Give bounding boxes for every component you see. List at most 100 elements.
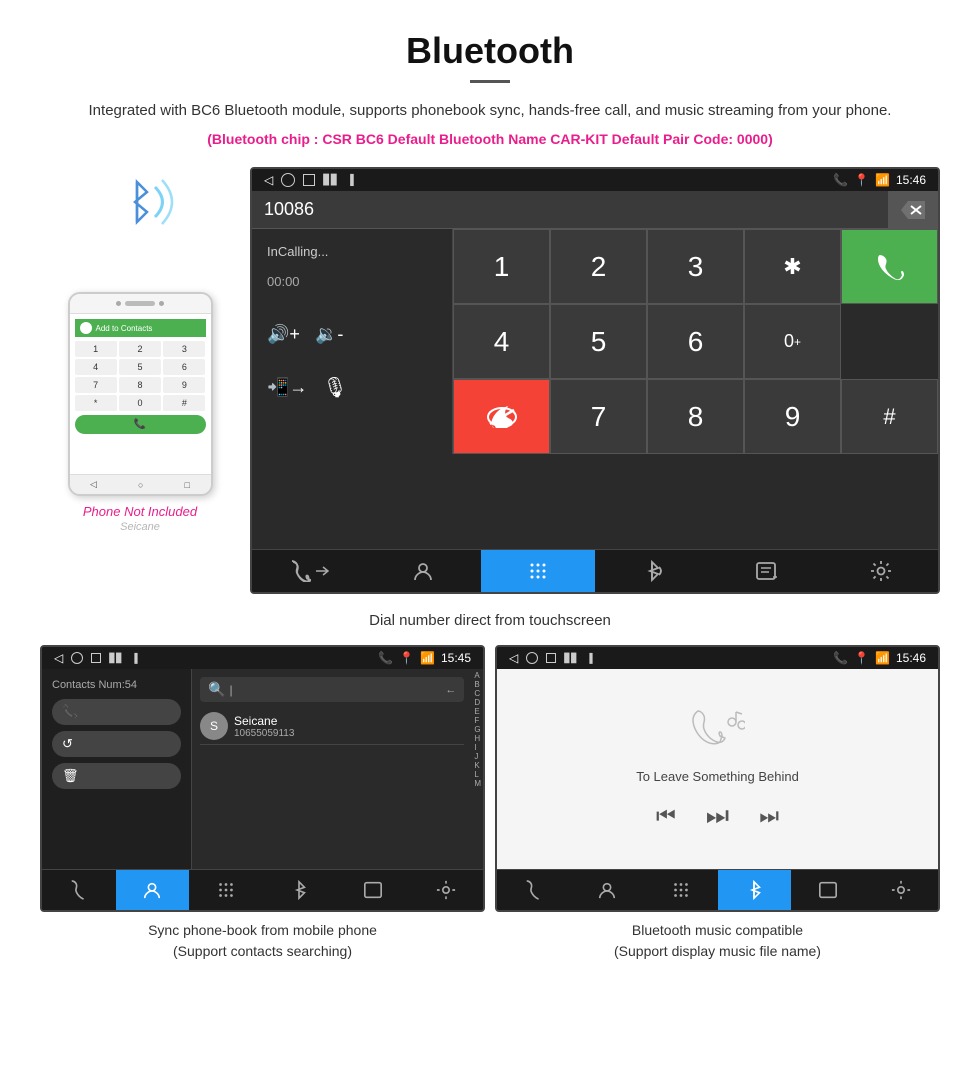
contacts-nav-calllog[interactable] [336, 870, 410, 910]
dial-key-2[interactable]: 2 [550, 229, 647, 304]
contacts-caption-line2: (Support contacts searching) [173, 943, 352, 959]
dial-key-4[interactable]: 4 [453, 304, 550, 379]
phone-call-button: 📞 [75, 415, 206, 434]
back-icon: ◁ [264, 173, 273, 187]
music-content: To Leave Something Behind ⏮ ⏭ ⏭ [497, 669, 938, 869]
transfer-icon: 📲→ [267, 377, 307, 398]
signal-icon: ▊▊ [323, 175, 338, 186]
nav-transfer-icon [314, 563, 330, 579]
dial-key-1[interactable]: 1 [453, 229, 550, 304]
phone-key-0: 0 [119, 395, 161, 411]
contacts-time: 15:45 [441, 651, 471, 665]
car-status-left: ◁ ▊▊ ▐ [264, 173, 354, 187]
car-other-controls: 📲→ 🎙 [267, 375, 437, 400]
phone-top-bar [70, 294, 211, 314]
car-volume-controls: 🔊+ 🔉- [267, 324, 437, 345]
contacts-phone-btn-icon: 📞 [62, 704, 78, 720]
nav-bluetooth-icon [641, 560, 663, 582]
music-nav-calllog[interactable] [791, 870, 865, 910]
phone-key-6: 6 [163, 359, 205, 375]
music-home-icon [526, 652, 538, 664]
music-wifi-icon: 📶 [875, 651, 890, 665]
dial-key-7[interactable]: 7 [550, 379, 647, 454]
bluetooth-wave-area [100, 167, 180, 237]
music-controls: ⏮ ⏭ ⏭ [656, 800, 779, 832]
phone-bottom-bar: ◁ ○ □ [70, 474, 211, 494]
dial-key-hash[interactable]: # [841, 379, 938, 454]
dial-key-star[interactable]: ✱ [744, 229, 841, 304]
car-left-panel: InCalling... 00:00 🔊+ 🔉- 📲→ 🎙 [252, 229, 452, 549]
music-nav-dialpad[interactable] [644, 870, 718, 910]
music-play-btn[interactable]: ⏭ [706, 800, 729, 832]
contacts-back-arrow: ← [445, 684, 456, 696]
music-caption-line2: (Support display music file name) [614, 943, 821, 959]
car-backspace-button[interactable] [888, 191, 938, 228]
phone-key-1: 1 [75, 341, 117, 357]
dial-key-9[interactable]: 9 [744, 379, 841, 454]
phone-mockup: Add to Contacts 1 2 3 4 5 6 7 8 9 * 0 # … [68, 292, 213, 496]
contacts-search-row: 🔍 | ← [200, 677, 464, 702]
music-nav-phone[interactable] [497, 870, 571, 910]
music-nav-phone-icon [524, 880, 544, 900]
main-caption: Dial number direct from touchscreen [0, 604, 980, 645]
battery-icon: ▐ [347, 175, 354, 186]
contacts-delete-icon: 🗑 [62, 768, 79, 784]
music-nav-bar [497, 869, 938, 910]
contacts-refresh-btn[interactable]: ↺ [52, 731, 181, 757]
contacts-nav-dialpad[interactable] [189, 870, 263, 910]
music-phone-icon: 📞 [833, 651, 848, 665]
dial-key-call[interactable] [841, 229, 938, 304]
phone-earpiece [125, 301, 155, 306]
nav-bluetooth[interactable] [595, 550, 709, 592]
phone-home-btn: ○ [138, 480, 143, 490]
nav-settings[interactable] [824, 550, 938, 592]
phone-key-2: 2 [119, 341, 161, 357]
music-song-title: To Leave Something Behind [636, 769, 799, 784]
main-screenshot-row: Add to Contacts 1 2 3 4 5 6 7 8 9 * 0 # … [0, 157, 980, 604]
bottom-screenshots: ◁ ▊▊ ▐ 📞 📍 📶 15:45 Contacts Num:54 [0, 645, 980, 982]
phone-mockup-area: Add to Contacts 1 2 3 4 5 6 7 8 9 * 0 # … [40, 167, 240, 533]
car-dialpad-area: 1 2 3 ✱ 4 5 6 0+ [452, 229, 938, 549]
contact-phone: 10655059113 [234, 728, 294, 739]
nav-calllog[interactable] [709, 550, 823, 592]
music-prev-btn[interactable]: ⏮ [656, 803, 676, 829]
music-nav-settings[interactable] [865, 870, 939, 910]
contacts-home-icon [71, 652, 83, 664]
phone-contact-icon [80, 322, 92, 334]
dial-key-8[interactable]: 8 [647, 379, 744, 454]
music-nav-calllog-icon [818, 880, 838, 900]
title-divider [470, 80, 510, 83]
contacts-location-icon: 📍 [399, 651, 414, 665]
contacts-nav-phone[interactable] [42, 870, 116, 910]
dial-key-3[interactable]: 3 [647, 229, 744, 304]
page-header: Bluetooth Integrated with BC6 Bluetooth … [0, 0, 980, 157]
dial-key-0plus[interactable]: 0+ [744, 304, 841, 379]
contacts-delete-btn[interactable]: 🗑 [52, 763, 181, 789]
status-time: 15:46 [896, 173, 926, 187]
dial-key-hangup[interactable] [453, 379, 550, 454]
contacts-nav-contacts[interactable] [116, 870, 190, 910]
music-icon-area [690, 707, 745, 757]
hangup-icon [486, 406, 518, 428]
music-nav-contacts[interactable] [571, 870, 645, 910]
bluetooth-info: (Bluetooth chip : CSR BC6 Default Blueto… [20, 131, 960, 147]
seicane-watermark: Seicane [120, 521, 160, 533]
contact-avatar: S [200, 712, 228, 740]
music-nav-bluetooth[interactable] [718, 870, 792, 910]
music-next-btn[interactable]: ⏭ [759, 803, 779, 829]
dial-key-5[interactable]: 5 [550, 304, 647, 379]
contacts-nav-bar [42, 869, 483, 910]
contact-name: Seicane [234, 714, 294, 728]
music-time: 15:46 [896, 651, 926, 665]
dial-key-6[interactable]: 6 [647, 304, 744, 379]
phone-back-btn: ◁ [90, 479, 97, 490]
contacts-search-icon: 🔍 [208, 681, 225, 698]
contacts-phone-btn[interactable]: 📞 [52, 699, 181, 725]
wifi-icon: 📶 [875, 173, 890, 187]
contacts-nav-bluetooth[interactable] [263, 870, 337, 910]
phone-dialpad: 1 2 3 4 5 6 7 8 9 * 0 # [75, 341, 206, 411]
nav-phone[interactable] [252, 550, 366, 592]
contacts-nav-settings[interactable] [410, 870, 484, 910]
nav-contacts[interactable] [366, 550, 480, 592]
nav-dialpad[interactable] [481, 550, 595, 592]
